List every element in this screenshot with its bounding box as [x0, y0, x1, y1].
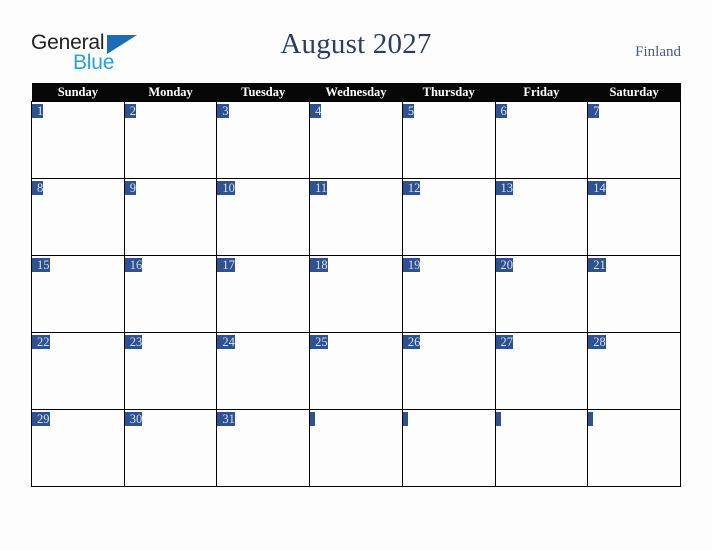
day-cell[interactable]: 9 [123, 178, 218, 256]
day-number: 6 [495, 104, 507, 118]
day-cell[interactable]: 27 [494, 332, 589, 410]
day-number: 28 [588, 335, 606, 349]
day-cell[interactable]: 2 [123, 101, 218, 179]
day-cell[interactable]: 7 [587, 101, 681, 179]
day-number: 27 [495, 335, 514, 349]
day-number: 15 [32, 258, 50, 272]
page-title: August 2027 [280, 28, 432, 60]
day-cell[interactable]: 25 [309, 332, 403, 410]
day-number: 23 [124, 335, 143, 349]
day-number: 12 [402, 181, 421, 195]
calendar-week-row: 8 9 10 11 12 13 14 [31, 178, 681, 256]
day-cell[interactable]: 26 [401, 332, 496, 410]
day-cell[interactable]: 19 [401, 255, 496, 333]
day-number-empty [588, 412, 594, 426]
day-cell[interactable]: 1 [31, 101, 125, 179]
day-number: 5 [402, 104, 415, 118]
weekday-header-row: Sunday Monday Tuesday Wednesday Thursday… [31, 83, 681, 102]
day-cell[interactable]: 29 [31, 409, 125, 487]
weekday-header-friday: Friday [495, 83, 588, 102]
day-cell-empty [494, 409, 589, 487]
day-cell[interactable]: 6 [494, 101, 589, 179]
day-number: 2 [124, 104, 136, 118]
day-cell[interactable]: 3 [216, 101, 311, 179]
weekday-header-thursday: Thursday [402, 83, 496, 102]
calendar-week-row: 22 23 24 25 26 27 28 [31, 332, 681, 410]
weekday-header-wednesday: Wednesday [309, 83, 403, 102]
day-number: 17 [217, 258, 235, 272]
weekday-header-monday: Monday [124, 83, 217, 102]
day-number: 1 [32, 104, 44, 118]
day-cell[interactable]: 8 [31, 178, 125, 256]
day-cell[interactable]: 10 [216, 178, 311, 256]
day-number: 19 [402, 258, 421, 272]
day-number: 24 [217, 335, 235, 349]
day-cell[interactable]: 20 [494, 255, 589, 333]
day-cell[interactable]: 15 [31, 255, 125, 333]
day-number: 21 [588, 258, 606, 272]
day-number: 4 [310, 104, 322, 118]
day-number: 18 [310, 258, 328, 272]
calendar-week-row: 15 16 17 18 19 20 21 [31, 255, 681, 333]
day-cell[interactable]: 4 [309, 101, 403, 179]
day-number: 14 [588, 181, 606, 195]
day-cell-empty [401, 409, 496, 487]
day-cell[interactable]: 23 [123, 332, 218, 410]
day-number: 7 [588, 104, 600, 118]
day-cell[interactable]: 12 [401, 178, 496, 256]
country-label: Finland [635, 44, 681, 60]
day-number-empty [310, 412, 316, 426]
day-number: 3 [217, 104, 229, 118]
calendar-grid: Sunday Monday Tuesday Wednesday Thursday… [31, 83, 681, 487]
day-number: 8 [32, 181, 44, 195]
weekday-header-sunday: Sunday [31, 83, 125, 102]
day-number: 20 [495, 258, 514, 272]
day-cell[interactable]: 5 [401, 101, 496, 179]
day-number: 22 [32, 335, 50, 349]
day-cell-empty [587, 409, 681, 487]
calendar-week-row: 29 30 31 [31, 409, 681, 487]
day-number: 29 [32, 412, 50, 426]
day-cell[interactable]: 11 [309, 178, 403, 256]
day-cell[interactable]: 16 [123, 255, 218, 333]
day-cell[interactable]: 13 [494, 178, 589, 256]
page-header: General Blue August 2027 Finland [0, 0, 712, 83]
day-cell[interactable]: 28 [587, 332, 681, 410]
calendar-week-row: 1 2 3 4 5 6 7 [31, 101, 681, 179]
day-cell[interactable]: 31 [216, 409, 311, 487]
day-cell[interactable]: 17 [216, 255, 311, 333]
weekday-header-tuesday: Tuesday [216, 83, 310, 102]
day-number: 13 [495, 181, 514, 195]
day-number: 10 [217, 181, 235, 195]
day-number: 9 [124, 181, 136, 195]
day-cell[interactable]: 30 [123, 409, 218, 487]
day-number: 26 [402, 335, 421, 349]
day-number: 11 [310, 181, 328, 195]
day-number-empty [495, 412, 501, 426]
day-cell[interactable]: 22 [31, 332, 125, 410]
day-number: 25 [310, 335, 328, 349]
day-cell[interactable]: 14 [587, 178, 681, 256]
day-cell[interactable]: 24 [216, 332, 311, 410]
day-number: 16 [124, 258, 143, 272]
day-cell[interactable]: 18 [309, 255, 403, 333]
day-number-empty [402, 412, 408, 426]
day-cell-empty [309, 409, 403, 487]
weekday-header-saturday: Saturday [587, 83, 681, 102]
day-number: 30 [124, 412, 143, 426]
day-number: 31 [217, 412, 235, 426]
day-cell[interactable]: 21 [587, 255, 681, 333]
